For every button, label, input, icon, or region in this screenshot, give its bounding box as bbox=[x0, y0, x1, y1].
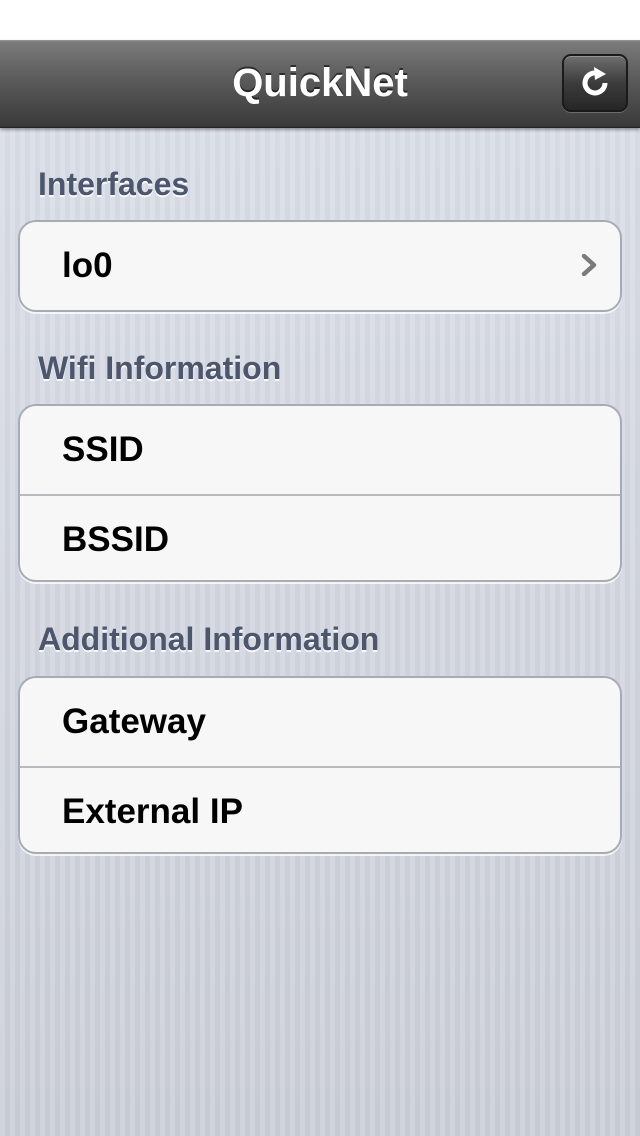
additional-row-gateway[interactable]: Gateway bbox=[20, 678, 620, 766]
status-bar bbox=[0, 0, 640, 40]
additional-row-external-ip[interactable]: External IP bbox=[20, 766, 620, 852]
refresh-button[interactable] bbox=[562, 54, 628, 112]
additional-group: Gateway External IP bbox=[18, 676, 622, 854]
wifi-row-ssid[interactable]: SSID bbox=[20, 406, 620, 494]
section-header-interfaces: Interfaces bbox=[38, 166, 190, 202]
content-area: Interfaces lo0 Wifi Information SSID BSS… bbox=[0, 128, 640, 1136]
gateway-label: Gateway bbox=[62, 702, 206, 741]
bssid-label: BSSID bbox=[62, 520, 169, 559]
wifi-row-bssid[interactable]: BSSID bbox=[20, 494, 620, 580]
interface-label: lo0 bbox=[62, 246, 113, 285]
wifi-group: SSID BSSID bbox=[18, 404, 622, 582]
section-header-wifi: Wifi Information bbox=[38, 350, 282, 386]
interface-row-lo0[interactable]: lo0 bbox=[20, 222, 620, 310]
external-ip-label: External IP bbox=[62, 792, 243, 831]
interfaces-group: lo0 bbox=[18, 220, 622, 312]
section-header-additional: Additional Information bbox=[38, 621, 380, 657]
ssid-label: SSID bbox=[62, 430, 144, 469]
nav-title: QuickNet bbox=[232, 61, 408, 105]
chevron-right-icon bbox=[581, 254, 597, 276]
navigation-bar: QuickNet bbox=[0, 40, 640, 128]
refresh-icon bbox=[582, 67, 608, 96]
